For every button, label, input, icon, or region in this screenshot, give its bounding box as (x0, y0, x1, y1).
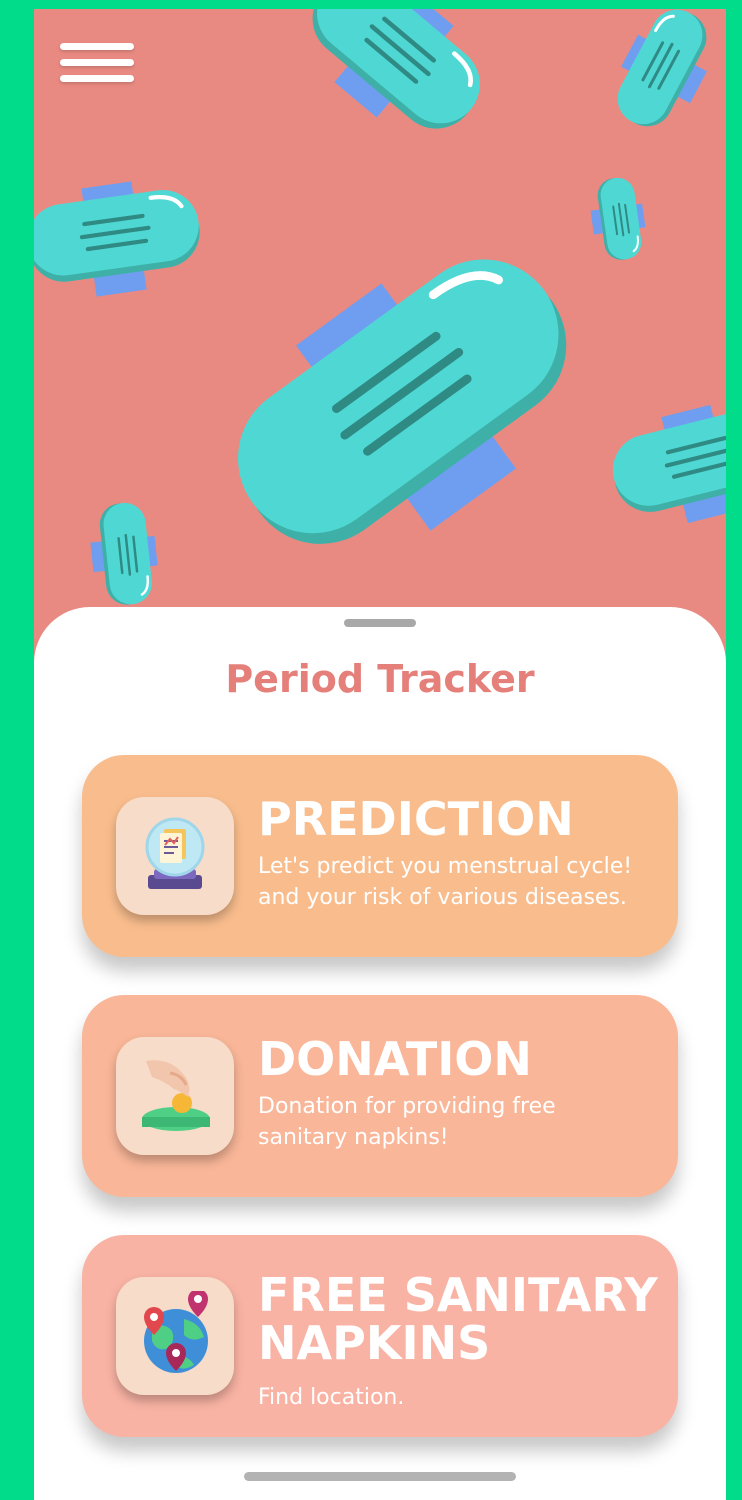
pad-illustration (283, 9, 504, 160)
page-title: Period Tracker (225, 657, 535, 701)
pad-illustration (585, 173, 651, 265)
home-indicator[interactable] (244, 1472, 516, 1481)
card-title: DONATION (258, 1032, 532, 1086)
free-sanitary-napkins-card[interactable]: FREE SANITARY NAPKINS Find location. (82, 1235, 678, 1437)
menu-button[interactable] (60, 43, 134, 87)
card-description: Donation for providing free sanitary nap… (258, 1094, 556, 1150)
app-screen: Period Tracker PREDICTION Let's predict … (34, 9, 726, 1500)
large-pad-illustration (193, 208, 619, 605)
card-title: FREE SANITARY NAPKINS (258, 1268, 658, 1370)
card-title: PREDICTION (258, 792, 574, 846)
pad-illustration (85, 498, 163, 610)
card-description: Let's predict you menstrual cycle! and y… (258, 854, 633, 910)
pad-illustration (599, 9, 726, 144)
card-description: Find location. (258, 1385, 405, 1410)
globe-location-pins-icon (116, 1277, 234, 1395)
pad-illustration (34, 173, 207, 305)
prediction-card[interactable]: PREDICTION Let's predict you menstrual c… (82, 755, 678, 957)
coin-donation-icon (116, 1037, 234, 1155)
sheet-drag-handle[interactable] (344, 619, 416, 627)
bottom-sheet: Period Tracker PREDICTION Let's predict … (34, 607, 726, 1500)
crystal-ball-report-icon (116, 797, 234, 915)
hero-illustration (34, 9, 726, 649)
donation-card[interactable]: DONATION Donation for providing free san… (82, 995, 678, 1197)
hamburger-icon (60, 43, 134, 50)
pad-illustration (602, 390, 726, 538)
